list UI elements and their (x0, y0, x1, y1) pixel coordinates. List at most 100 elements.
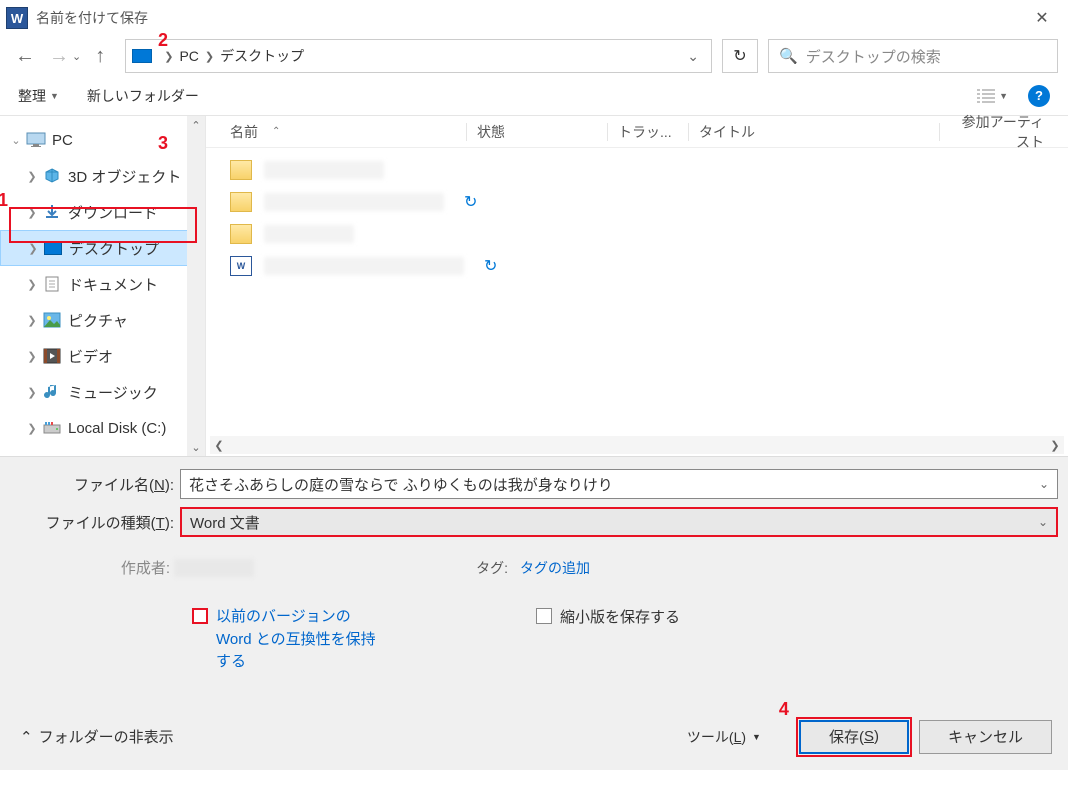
tree-downloads[interactable]: ❯ ダウンロード (0, 194, 205, 230)
tree-documents[interactable]: ❯ ドキュメント (0, 266, 205, 302)
file-name-blurred (264, 161, 384, 179)
author-label: 作成者: (100, 557, 170, 578)
view-options[interactable]: ▼ (975, 87, 1008, 105)
file-pane: 名前⌃ 状態 トラッ... タイトル 参加アーティスト ↻ (206, 116, 1068, 456)
meta-row: 作成者: タグ: タグの追加 (10, 557, 1058, 578)
expand-icon[interactable]: ❯ (24, 278, 40, 291)
new-folder-button[interactable]: 新しいフォルダー (87, 86, 199, 106)
pc-icon (26, 131, 46, 149)
folder-icon (230, 224, 252, 244)
body-area: 1 ⌄ PC ❯ 3D オブジェクト ❯ ダウンロード ❯ デスクトップ ❯ ド… (0, 116, 1068, 456)
annotation-4: 4 (779, 699, 789, 720)
thumbnail-label: 縮小版を保存する (560, 606, 680, 627)
thumbnail-checkbox-group[interactable]: 縮小版を保存する (536, 606, 680, 674)
footer-row: ⌃ フォルダーの非表示 4 ツール(L) ▼ 保存(S) キャンセル (10, 720, 1058, 754)
checkbox-row: 以前のバージョンの Word との互換性を保持する 縮小版を保存する (10, 606, 1058, 674)
titlebar: W 名前を付けて保存 ✕ (0, 0, 1068, 36)
scroll-right[interactable]: ❯ (1046, 439, 1064, 452)
save-button[interactable]: 保存(S) (799, 720, 909, 754)
col-state[interactable]: 状態 (477, 122, 607, 142)
tree-3d-objects[interactable]: ❯ 3D オブジェクト (0, 158, 205, 194)
file-name-blurred (264, 193, 444, 211)
file-row[interactable] (206, 154, 1068, 186)
tag-label: タグ: (458, 558, 508, 578)
word-app-icon: W (6, 7, 28, 29)
compat-checkbox-group[interactable]: 以前のバージョンの Word との互換性を保持する (192, 606, 386, 674)
tree-music[interactable]: ❯ ミュージック (0, 374, 205, 410)
tree-videos[interactable]: ❯ ビデオ (0, 338, 205, 374)
filename-input[interactable]: 花さそふあらしの庭の雪ならで ふりゆくものは我が身なりけり ⌄ (180, 469, 1058, 499)
bottom-panel: 2 3 ファイル名(N): 花さそふあらしの庭の雪ならで ふりゆくものは我が身な… (0, 456, 1068, 770)
folder-icon (230, 192, 252, 212)
add-tag-link[interactable]: タグの追加 (520, 558, 590, 578)
close-button[interactable]: ✕ (1022, 3, 1062, 33)
col-track[interactable]: トラッ... (618, 122, 688, 142)
col-name[interactable]: 名前⌃ (206, 122, 466, 142)
horizontal-scrollbar[interactable]: ❮ ❯ (210, 436, 1064, 454)
address-dropdown[interactable]: ⌄ (687, 48, 699, 65)
file-row[interactable] (206, 218, 1068, 250)
col-title[interactable]: タイトル (699, 122, 939, 142)
compat-label: 以前のバージョンの Word との互換性を保持する (216, 606, 386, 674)
help-button[interactable]: ? (1028, 85, 1050, 107)
expand-icon[interactable]: ❯ (24, 350, 40, 363)
organize-menu[interactable]: 整理▼ (18, 86, 59, 106)
column-headers: 名前⌃ 状態 トラッ... タイトル 参加アーティスト (206, 116, 1068, 148)
author-value (174, 558, 454, 576)
refresh-button[interactable]: ↻ (722, 39, 758, 73)
expand-icon[interactable]: ⌄ (8, 134, 24, 147)
dropdown-icon[interactable]: ⌄ (1038, 515, 1048, 529)
file-name-blurred (264, 257, 464, 275)
tree-local-disk[interactable]: ❯ Local Disk (C:) (0, 410, 205, 446)
location-icon (132, 49, 152, 63)
expand-icon[interactable]: ❯ (25, 242, 41, 255)
tree-desktop[interactable]: ❯ デスクトップ (0, 230, 205, 266)
disk-icon (42, 419, 62, 437)
scroll-left[interactable]: ❮ (210, 439, 228, 452)
address-bar[interactable]: ❯ PC ❯ デスクトップ ⌄ (125, 39, 712, 73)
scroll-down[interactable]: ⌄ (191, 438, 200, 456)
filename-row: ファイル名(N): 花さそふあらしの庭の雪ならで ふりゆくものは我が身なりけり … (10, 469, 1058, 499)
filetype-select[interactable]: Word 文書 ⌄ (180, 507, 1058, 537)
filetype-label: ファイルの種類(T): (10, 512, 180, 533)
forward-button[interactable]: → (44, 41, 74, 71)
search-input[interactable]: 🔍 デスクトップの検索 (768, 39, 1058, 73)
documents-icon (42, 275, 62, 293)
compat-checkbox[interactable] (192, 608, 208, 624)
dropdown-icon[interactable]: ⌄ (1039, 477, 1049, 491)
breadcrumb-desktop[interactable]: デスクトップ (220, 46, 304, 66)
hide-folders-toggle[interactable]: ⌃ フォルダーの非表示 (20, 726, 174, 747)
up-button[interactable]: ↑ (85, 41, 115, 71)
tree-pc[interactable]: ⌄ PC (0, 122, 205, 158)
tree-scrollbar[interactable]: ⌃ ⌄ (187, 116, 205, 456)
file-row[interactable]: W ↻ (206, 250, 1068, 282)
tree-pictures[interactable]: ❯ ピクチャ (0, 302, 205, 338)
cancel-button[interactable]: キャンセル (919, 720, 1052, 754)
breadcrumb-pc[interactable]: PC (179, 48, 198, 64)
sync-icon: ↻ (484, 256, 497, 276)
expand-icon[interactable]: ❯ (24, 422, 40, 435)
search-placeholder: デスクトップの検索 (806, 46, 941, 67)
folder-icon (230, 160, 252, 180)
window-title: 名前を付けて保存 (36, 8, 1022, 28)
expand-icon[interactable]: ❯ (24, 170, 40, 183)
videos-icon (42, 347, 62, 365)
back-button[interactable]: ← (10, 41, 40, 71)
toolbar: 整理▼ 新しいフォルダー ▼ ? (0, 76, 1068, 116)
breadcrumb-separator: ❯ (205, 50, 214, 63)
scroll-up[interactable]: ⌃ (191, 116, 200, 134)
sync-icon: ↻ (464, 192, 477, 212)
search-icon: 🔍 (779, 47, 798, 65)
filetype-row: ファイルの種類(T): Word 文書 ⌄ (10, 507, 1058, 537)
thumbnail-checkbox[interactable] (536, 608, 552, 624)
word-file-icon: W (230, 256, 252, 276)
expand-icon[interactable]: ❯ (24, 386, 40, 399)
expand-icon[interactable]: ❯ (24, 314, 40, 327)
nav-tree: ⌄ PC ❯ 3D オブジェクト ❯ ダウンロード ❯ デスクトップ ❯ ドキュ… (0, 116, 206, 456)
history-dropdown[interactable]: ⌄ (72, 50, 81, 63)
file-row[interactable]: ↻ (206, 186, 1068, 218)
filename-label: ファイル名(N): (10, 474, 180, 495)
tools-menu[interactable]: 4 ツール(L) ▼ (687, 727, 761, 747)
expand-icon[interactable]: ❯ (24, 206, 40, 219)
col-artist[interactable]: 参加アーティスト (950, 112, 1068, 152)
